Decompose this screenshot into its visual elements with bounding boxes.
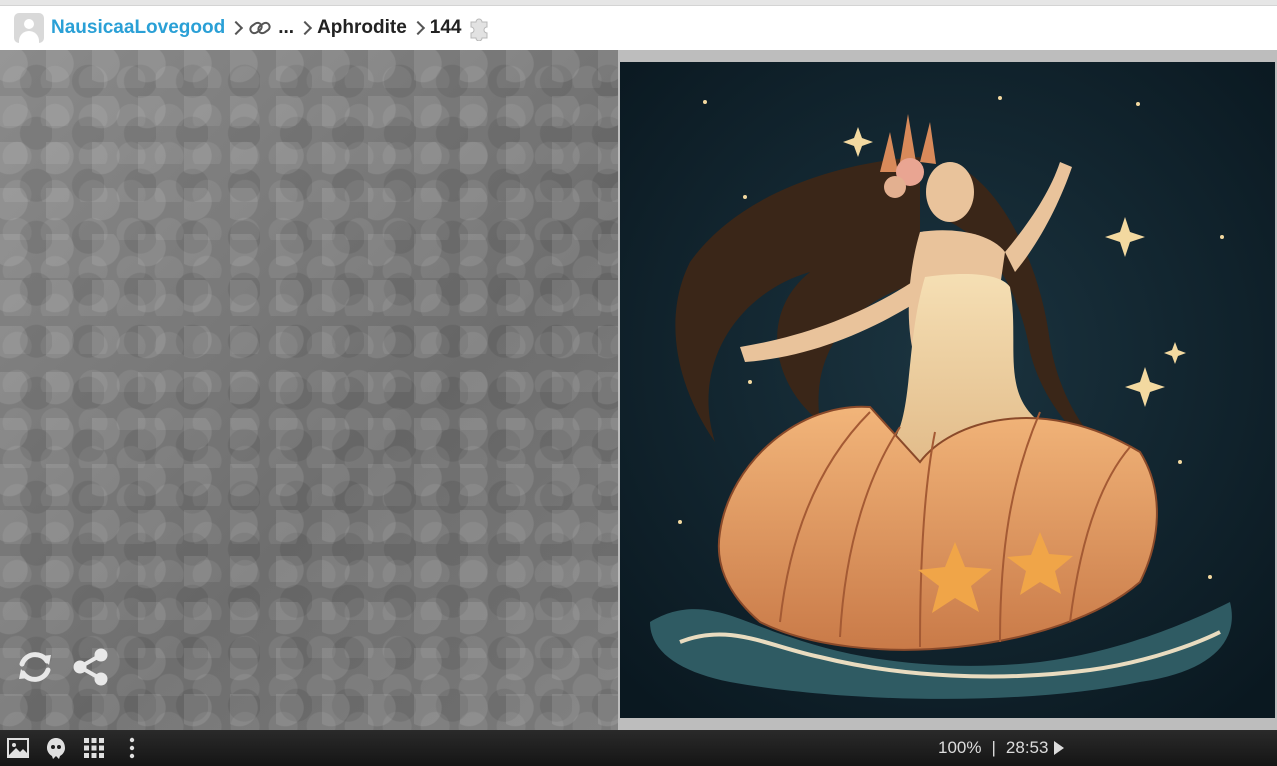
status-area: 100% | 28:53 [938, 730, 1065, 766]
link-icon[interactable] [248, 17, 272, 39]
chevron-right-icon [229, 17, 245, 39]
breadcrumb-ellipsis[interactable]: ... [278, 17, 294, 39]
avatar[interactable] [14, 13, 44, 43]
refresh-icon[interactable] [14, 646, 56, 688]
breadcrumb-user-link[interactable]: NausicaaLovegood [51, 17, 225, 39]
status-separator: | [991, 738, 996, 757]
goddess-on-seashell-image[interactable] [620, 62, 1275, 718]
image-icon[interactable] [6, 736, 30, 760]
play-icon[interactable] [1054, 741, 1065, 755]
chevron-right-icon [411, 17, 427, 39]
breadcrumb: NausicaaLovegood ... Aphrodite 144 [0, 6, 1277, 50]
piece-count: 144 [429, 17, 462, 38]
more-icon[interactable] [120, 736, 144, 760]
zoom-level[interactable]: 100% [938, 738, 981, 758]
puzzle-piece-icon [470, 18, 488, 41]
ghost-icon[interactable] [44, 736, 68, 760]
breadcrumb-puzzle-name[interactable]: Aphrodite [317, 17, 407, 39]
chevron-right-icon [298, 17, 314, 39]
grid-icon[interactable] [82, 736, 106, 760]
share-icon[interactable] [70, 646, 112, 688]
timer: 28:53 [1005, 738, 1049, 757]
bottom-toolbar: 100% | 28:53 [0, 730, 1277, 766]
